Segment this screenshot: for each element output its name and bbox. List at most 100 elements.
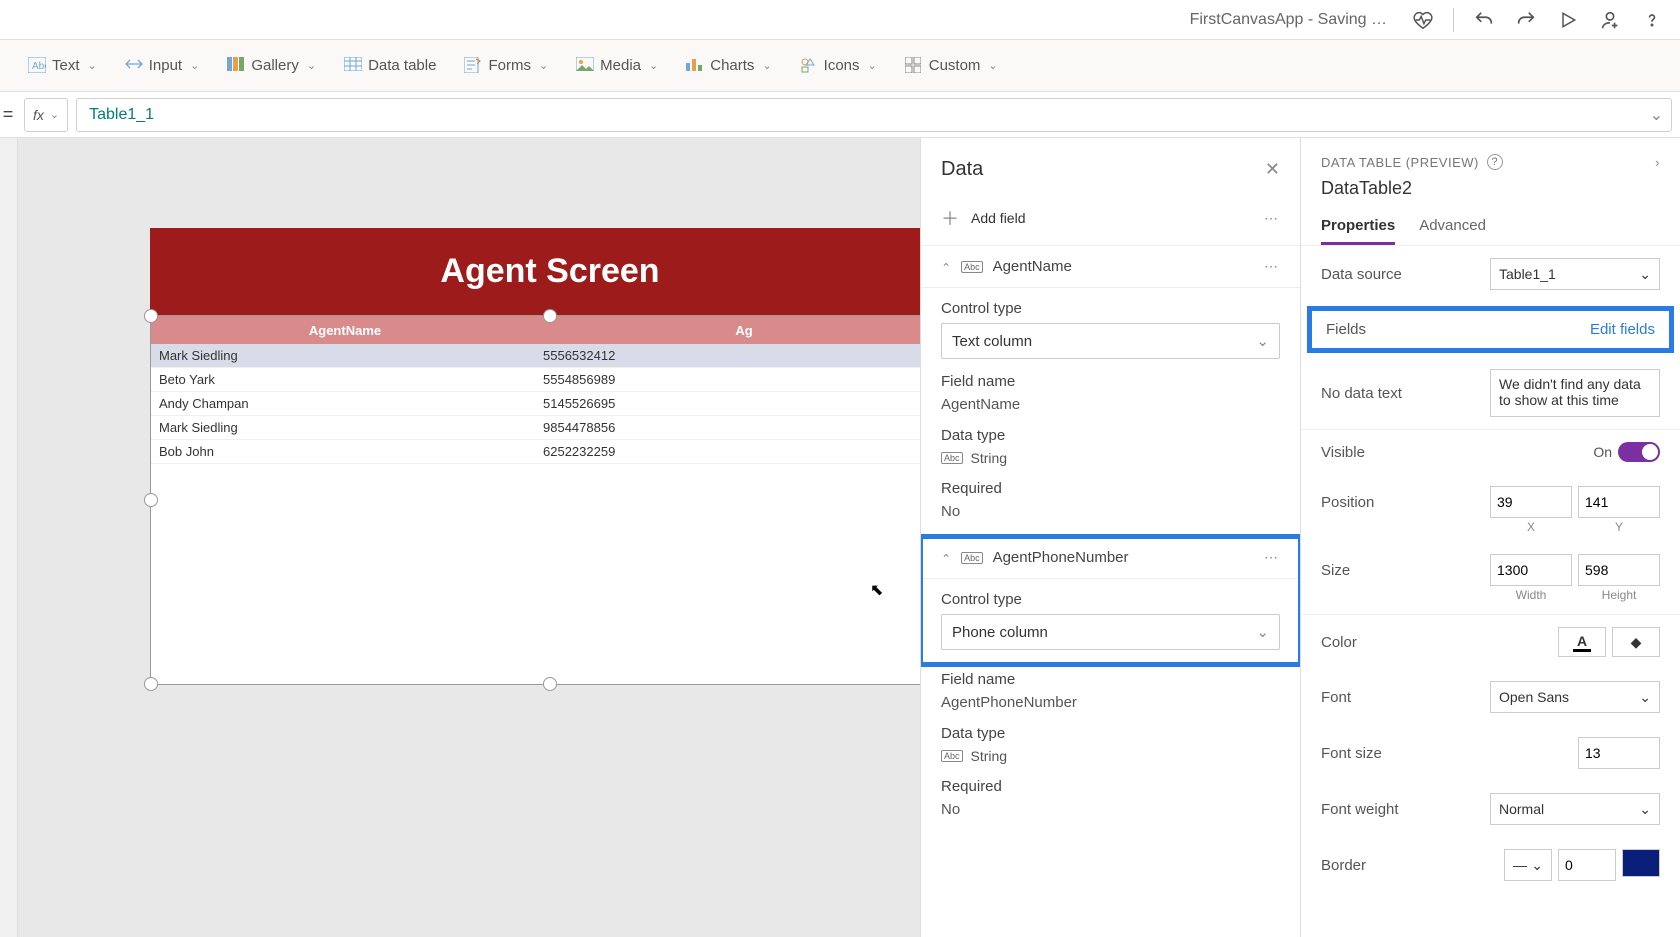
ribbon-text[interactable]: Abc Text⌄ — [28, 57, 97, 75]
data-table-control[interactable]: AgentName Ag Mark Siedling5556532412Beto… — [150, 315, 920, 685]
chevron-up-icon: ⌄ — [941, 260, 951, 274]
ribbon-gallery-label: Gallery — [251, 57, 299, 74]
health-icon[interactable] — [1411, 8, 1435, 32]
redo-icon[interactable] — [1514, 8, 1538, 32]
label-fontweight: Font weight — [1321, 801, 1441, 818]
font-color-button[interactable]: A — [1558, 627, 1606, 657]
ribbon-media-label: Media — [600, 57, 641, 74]
tab-advanced[interactable]: Advanced — [1419, 209, 1486, 245]
control-type-label: Control type — [941, 591, 1280, 608]
chevron-right-icon[interactable]: › — [1655, 155, 1660, 170]
ribbon-icons-label: Icons — [824, 57, 860, 74]
no-data-input[interactable]: We didn't find any data to show at this … — [1490, 369, 1660, 417]
height-input[interactable] — [1578, 554, 1660, 586]
data-type-label: Data type — [941, 725, 1280, 742]
border-style-select[interactable]: —⌄ — [1504, 849, 1552, 881]
fontweight-select[interactable]: Normal⌄ — [1490, 793, 1660, 825]
share-icon[interactable] — [1598, 8, 1622, 32]
table-row[interactable]: Mark Siedling5556532412 — [151, 344, 920, 368]
properties-header: DATA TABLE (PREVIEW) ? › — [1301, 138, 1680, 178]
fontsize-input[interactable] — [1578, 737, 1660, 769]
gallery-icon — [227, 57, 245, 75]
control-type-label: Control type — [941, 300, 1280, 317]
add-field-button[interactable]: ＋ Add field ⋯ — [921, 197, 1300, 245]
field-body: Control type Phone column ⌄ — [921, 578, 1300, 660]
sub-height: Height — [1578, 588, 1660, 602]
media-icon — [576, 57, 594, 75]
ribbon-input[interactable]: Input⌄ — [125, 57, 200, 75]
label-fields: Fields — [1326, 321, 1366, 338]
formula-input[interactable]: Table1_1 ⌄ — [76, 98, 1672, 132]
play-icon[interactable] — [1556, 8, 1580, 32]
insert-ribbon: Abc Text⌄ Input⌄ Gallery⌄ Data table For… — [0, 40, 1680, 92]
data-source-select[interactable]: Table1_1⌄ — [1490, 258, 1660, 290]
edit-fields-link[interactable]: Edit fields — [1590, 321, 1655, 338]
more-icon[interactable]: ⋯ — [1264, 549, 1280, 566]
table-row[interactable]: Beto Yark5554856989 — [151, 368, 920, 392]
ribbon-forms[interactable]: Forms⌄ — [464, 57, 548, 75]
more-icon[interactable]: ⋯ — [1264, 258, 1280, 275]
table-row[interactable]: Bob John6252232259 — [151, 440, 920, 464]
field-name-value: AgentName — [941, 396, 1280, 413]
ribbon-gallery[interactable]: Gallery ⌄ — [227, 57, 316, 75]
border-width-input[interactable] — [1558, 849, 1616, 881]
fill-color-button[interactable]: ◆ — [1612, 627, 1660, 657]
cell-name: Beto Yark — [155, 372, 543, 387]
data-panel: Data ✕ ＋ Add field ⋯ ⌄ Abc AgentName ⋯ C… — [920, 138, 1300, 937]
chevron-up-icon: ⌄ — [941, 551, 951, 565]
fx-dropdown[interactable]: fx ⌄ — [24, 98, 68, 132]
control-name: DataTable2 — [1301, 178, 1680, 209]
position-x-input[interactable] — [1490, 486, 1572, 518]
position-y-input[interactable] — [1578, 486, 1660, 518]
chevron-down-icon: ⌄ — [762, 59, 771, 72]
field-header[interactable]: ⌄ Abc AgentPhoneNumber ⋯ — [921, 537, 1300, 578]
help-icon[interactable]: ? — [1487, 154, 1503, 170]
tab-properties[interactable]: Properties — [1321, 209, 1395, 245]
close-icon[interactable]: ✕ — [1265, 159, 1280, 180]
data-type-value: String — [971, 748, 1008, 764]
select-value: Normal — [1499, 801, 1544, 817]
label-no-data: No data text — [1321, 385, 1441, 402]
chevron-down-icon: ⌄ — [1639, 689, 1651, 706]
data-type-label: Data type — [941, 427, 1280, 444]
main-area: Agent Screen AgentName Ag Mark Siedling5… — [0, 138, 1680, 937]
width-input[interactable] — [1490, 554, 1572, 586]
help-icon[interactable] — [1640, 8, 1664, 32]
more-icon[interactable]: ⋯ — [1264, 210, 1280, 227]
cell-phone: 6252232259 — [543, 444, 920, 459]
undo-icon[interactable] — [1472, 8, 1496, 32]
add-field-label: Add field — [971, 210, 1025, 226]
visible-toggle[interactable] — [1618, 442, 1660, 462]
control-type-select[interactable]: Phone column ⌄ — [941, 614, 1280, 650]
select-value: Phone column — [952, 624, 1048, 641]
field-header[interactable]: ⌄ Abc AgentName ⋯ — [921, 246, 1300, 287]
chevron-down-icon: ⌄ — [988, 59, 997, 72]
chevron-down-icon: ⌄ — [307, 59, 316, 72]
control-type-select[interactable]: Text column ⌄ — [941, 323, 1280, 359]
ribbon-input-label: Input — [149, 57, 182, 74]
ribbon-icons[interactable]: Icons⌄ — [800, 57, 877, 75]
chevron-down-icon[interactable]: ⌄ — [1650, 105, 1663, 125]
data-type-value: String — [971, 450, 1008, 466]
fx-icon: fx — [33, 107, 44, 123]
abc-icon: Abc — [941, 750, 963, 762]
ribbon-charts[interactable]: Charts⌄ — [686, 57, 771, 75]
canvas[interactable]: Agent Screen AgentName Ag Mark Siedling5… — [18, 138, 920, 937]
ribbon-datatable[interactable]: Data table — [344, 57, 436, 75]
left-strip — [0, 138, 18, 937]
ribbon-custom[interactable]: Custom⌄ — [905, 57, 998, 75]
text-color-icon: A — [1573, 633, 1591, 652]
table-row[interactable]: Mark Siedling9854478856 — [151, 416, 920, 440]
ribbon-media[interactable]: Media⌄ — [576, 57, 658, 75]
border-color-swatch[interactable] — [1622, 849, 1660, 877]
cell-name: Mark Siedling — [155, 420, 543, 435]
row-fields[interactable]: Fields Edit fields — [1307, 306, 1674, 353]
font-select[interactable]: Open Sans⌄ — [1490, 681, 1660, 713]
text-icon: Abc — [28, 57, 46, 75]
paint-bucket-icon: ◆ — [1631, 634, 1642, 651]
table-row[interactable]: Andy Champan5145526695 — [151, 392, 920, 416]
row-no-data: No data text We didn't find any data to … — [1301, 357, 1680, 429]
sub-x: X — [1490, 520, 1572, 534]
chevron-down-icon: ⌄ — [1639, 266, 1651, 283]
properties-panel: DATA TABLE (PREVIEW) ? › DataTable2 Prop… — [1300, 138, 1680, 937]
